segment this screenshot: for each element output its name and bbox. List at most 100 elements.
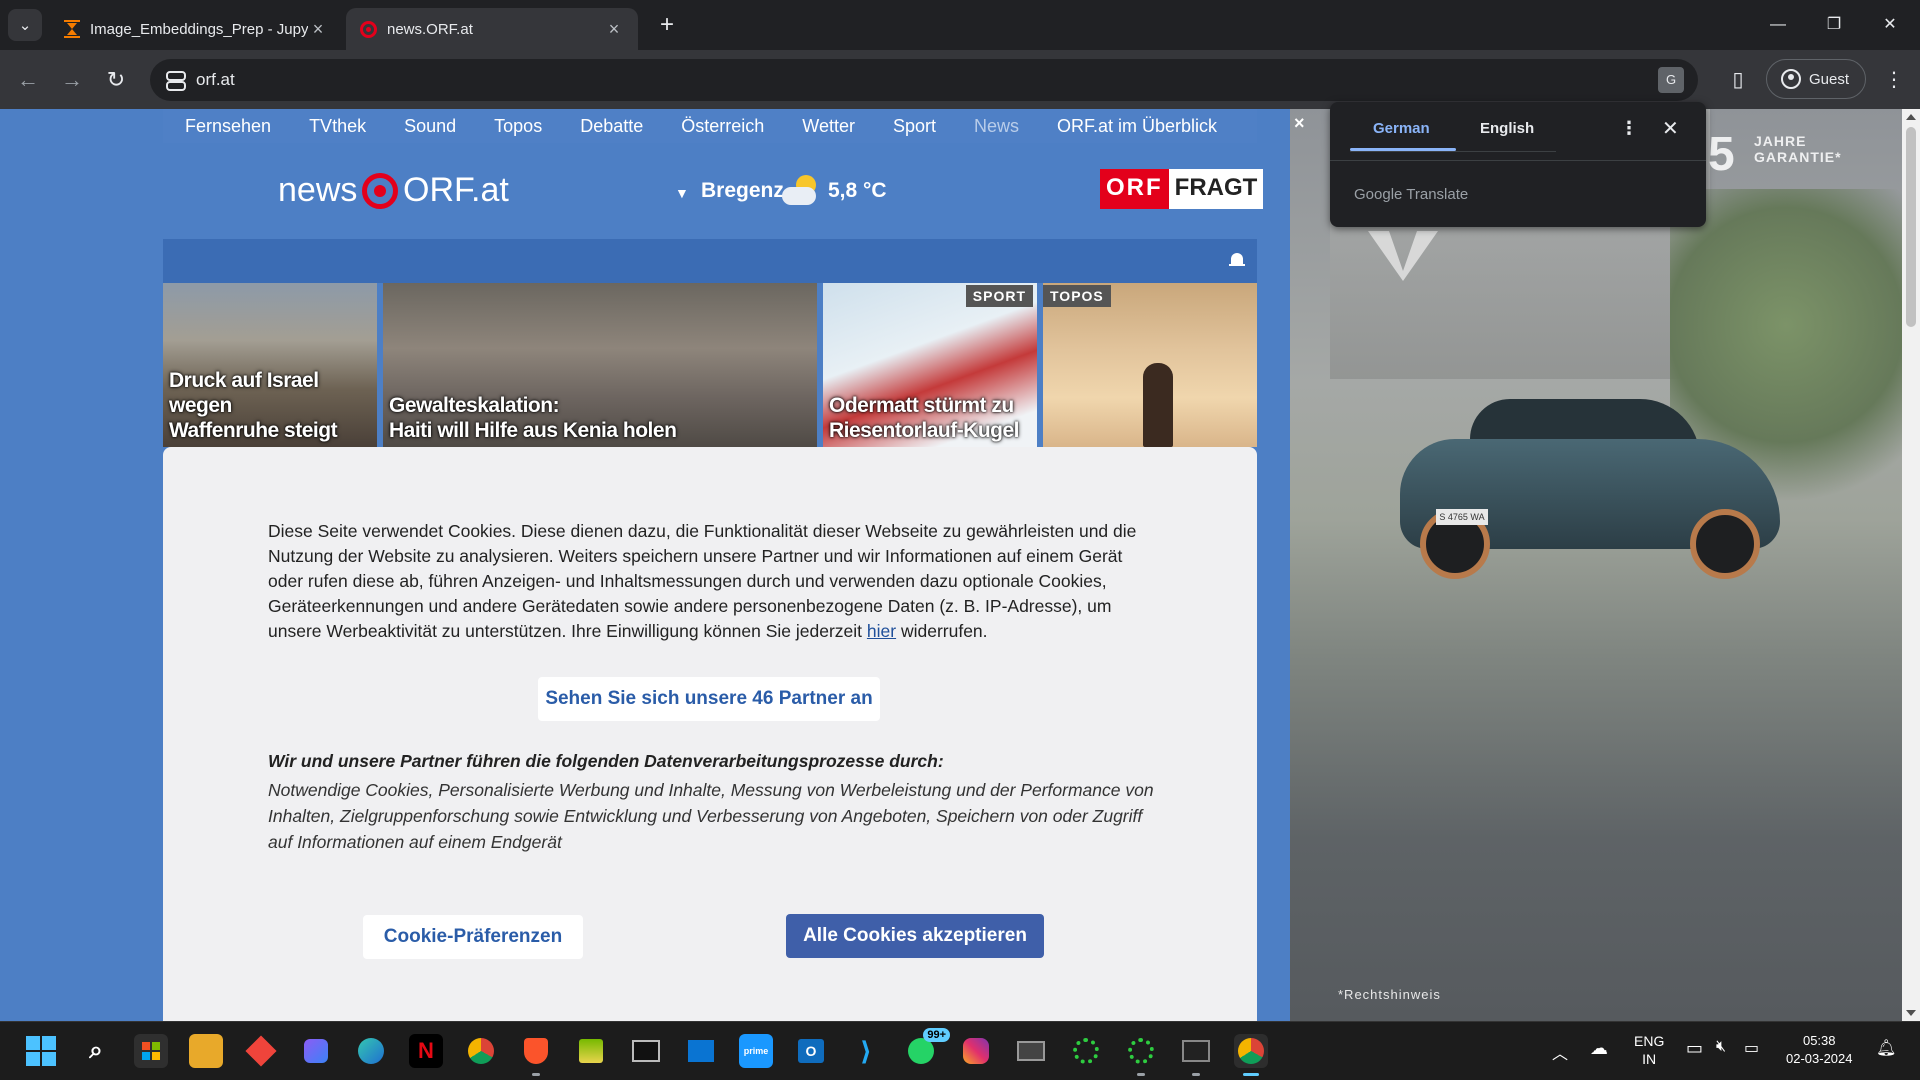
more-options-icon[interactable]: ⋮ [1620, 118, 1638, 139]
site-info-icon[interactable] [164, 70, 186, 91]
site-navigation: Fernsehen TVthek Sound Topos Debatte Öst… [163, 109, 1257, 143]
advertisement-panel[interactable]: S 4765 WA × 5 JAHRE GARANTIE* *Rechtshinw… [1290, 109, 1902, 1021]
search-icon[interactable]: ⌕ [79, 1034, 113, 1068]
battery-icon[interactable]: ▭ [1744, 1038, 1759, 1058]
site-header: news ORF.at ▼ Bregenz 5,8 °C ORF FRAGT [163, 143, 1264, 239]
forward-button[interactable]: → [56, 64, 88, 96]
ad-legal-note[interactable]: *Rechtshinweis [1338, 987, 1441, 1002]
brave-icon[interactable] [519, 1034, 553, 1076]
address-bar[interactable]: orf.at G [150, 59, 1698, 101]
divider [1350, 151, 1556, 152]
nav-item-sport[interactable]: Sport [893, 116, 936, 137]
teaser-card[interactable]: TOPOS [1043, 283, 1257, 447]
nav-item-oesterreich[interactable]: Österreich [681, 116, 764, 137]
edge-icon[interactable] [354, 1034, 388, 1068]
scrollbar-thumb[interactable] [1906, 127, 1916, 327]
remote-desktop-icon[interactable] [684, 1034, 718, 1068]
close-icon[interactable]: ✕ [1662, 116, 1679, 141]
file-explorer-icon[interactable] [189, 1034, 223, 1068]
profile-label: Guest [1809, 70, 1850, 88]
orf-logo-icon[interactable] [362, 173, 398, 209]
nav-item-wetter[interactable]: Wetter [802, 116, 855, 137]
page-viewport: Fernsehen TVthek Sound Topos Debatte Öst… [0, 109, 1920, 1021]
scroll-down-icon[interactable] [1906, 1010, 1916, 1016]
orf-fragt-logo[interactable]: ORF FRAGT [1100, 169, 1264, 209]
tab-orf-news[interactable]: news.ORF.at × [346, 8, 638, 50]
nav-item-ueberblick[interactable]: ORF.at im Überblick [1057, 116, 1217, 137]
jupyter-loading-icon[interactable] [1124, 1034, 1158, 1076]
tab-jupyter[interactable]: Image_Embeddings_Prep - Jupyter × [50, 8, 342, 50]
jupyter-loading-icon[interactable] [1069, 1034, 1103, 1068]
vscode-icon[interactable]: ⟩ [849, 1034, 883, 1068]
outlook-icon[interactable]: O [794, 1034, 828, 1068]
back-button[interactable]: ← [12, 64, 44, 96]
notification-badge: 99+ [923, 1028, 950, 1042]
cupra-logo-icon [1368, 231, 1438, 281]
teaser-headline: Druck auf Israel wegen Waffenruhe steigt [169, 369, 338, 442]
teaser-card[interactable]: SPORT Odermatt stürmt zu Riesentorlauf-K… [823, 283, 1037, 447]
side-panel-icon[interactable]: ▯ [1722, 64, 1754, 96]
teaser-headline: Odermatt stürmt zu Riesentorlauf-Kugel [829, 394, 1020, 442]
close-window-button[interactable]: ✕ [1870, 10, 1910, 40]
language-indicator[interactable]: ENG IN [1634, 1032, 1664, 1068]
terminal-icon[interactable] [629, 1034, 663, 1068]
clock[interactable]: 05:38 02-03-2024 [1786, 1032, 1853, 1068]
close-ad-icon[interactable]: × [1294, 113, 1305, 134]
logo-news-text[interactable]: news [278, 171, 357, 210]
chrome-icon[interactable] [464, 1034, 498, 1068]
nav-item-debatte[interactable]: Debatte [580, 116, 643, 137]
start-button[interactable] [24, 1034, 58, 1068]
menu-icon[interactable]: ⋮ [1878, 64, 1910, 96]
netflix-icon[interactable]: N [409, 1034, 443, 1068]
nav-item-news[interactable]: News [974, 116, 1019, 137]
weather-city[interactable]: Bregenz [701, 179, 784, 203]
accept-all-cookies-button[interactable]: Alle Cookies akzeptieren [786, 914, 1044, 958]
page-scrollbar[interactable] [1902, 109, 1920, 1021]
reload-button[interactable]: ↻ [100, 64, 132, 96]
tab-search-button[interactable]: ⌄ [8, 9, 42, 41]
cookie-preferences-button[interactable]: Cookie-Präferenzen [363, 915, 583, 959]
prime-video-icon[interactable]: prime [739, 1034, 773, 1068]
translate-tab-target[interactable]: English [1480, 120, 1534, 137]
nav-item-topos[interactable]: Topos [494, 116, 542, 137]
copilot-icon[interactable] [299, 1034, 333, 1068]
app-window-icon[interactable] [1014, 1034, 1048, 1068]
store-icon[interactable] [134, 1034, 168, 1068]
tray-overflow-icon[interactable]: ︿ [1552, 1040, 1568, 1064]
notification-bell-icon[interactable]: 🔔︎ [1876, 1038, 1896, 1058]
onedrive-icon[interactable]: ☁ [1590, 1038, 1608, 1059]
new-tab-button[interactable]: + [652, 10, 682, 40]
bell-icon[interactable] [1229, 251, 1245, 269]
view-partners-button[interactable]: Sehen Sie sich unsere 46 Partner an [538, 677, 880, 721]
nav-item-tvthek[interactable]: TVthek [309, 116, 366, 137]
profile-button[interactable]: Guest [1766, 59, 1866, 99]
hourglass-icon [64, 20, 80, 38]
translate-icon[interactable]: G [1658, 67, 1684, 93]
orf-fragt-part1: ORF [1100, 169, 1169, 209]
withdraw-consent-link[interactable]: hier [867, 621, 896, 641]
translate-tab-source[interactable]: German [1373, 120, 1430, 137]
teaser-card[interactable]: Druck auf Israel wegen Waffenruhe steigt [163, 283, 377, 447]
close-icon[interactable]: × [308, 19, 328, 40]
restore-button[interactable]: ❐ [1814, 10, 1854, 40]
minimize-button[interactable]: — [1758, 10, 1798, 40]
url-text[interactable]: orf.at [196, 70, 235, 90]
tab-title: Image_Embeddings_Prep - Jupyter [90, 20, 308, 38]
command-prompt-icon[interactable] [1179, 1034, 1213, 1076]
cookie-consent-dialog: Diese Seite verwendet Cookies. Diese die… [163, 447, 1257, 1021]
ad-guarantee-text: JAHRE GARANTIE* [1754, 133, 1842, 165]
close-icon[interactable]: × [604, 19, 624, 40]
nav-item-fernsehen[interactable]: Fernsehen [185, 116, 271, 137]
photos-icon[interactable] [574, 1034, 608, 1068]
teaser-card[interactable]: Gewalteskalation: Haiti will Hilfe aus K… [383, 283, 817, 447]
chrome-active-icon[interactable] [1234, 1034, 1268, 1076]
network-icon[interactable]: ▭ [1686, 1038, 1703, 1059]
nav-item-sound[interactable]: Sound [404, 116, 456, 137]
volume-muted-icon[interactable]: 🔇︎ [1716, 1038, 1726, 1056]
whatsapp-icon[interactable]: 99+ [904, 1028, 950, 1068]
location-dropdown-icon[interactable]: ▼ [675, 185, 689, 201]
anydesk-icon[interactable] [244, 1034, 278, 1068]
logo-orf-text[interactable]: ORF.at [403, 171, 509, 210]
scroll-up-icon[interactable] [1906, 114, 1916, 120]
instagram-icon[interactable] [959, 1034, 993, 1068]
